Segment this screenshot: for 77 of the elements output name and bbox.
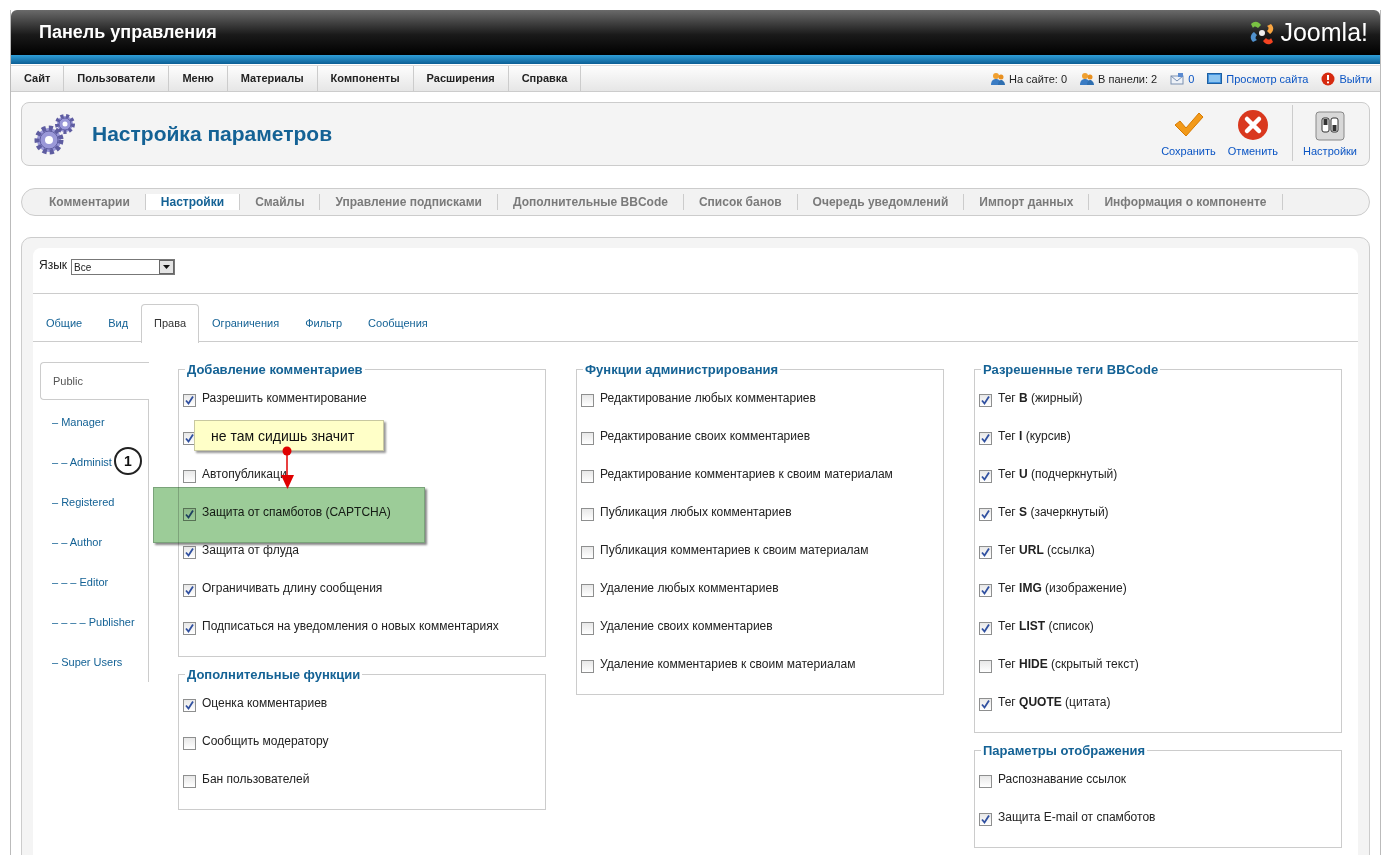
checkbox-label: Тег U (подчеркнутый) — [998, 467, 1118, 481]
options-button[interactable]: Настройки — [1292, 105, 1363, 161]
menu-item[interactable]: Пользователи — [64, 66, 170, 91]
checkbox-label: Удаление любых комментариев — [600, 581, 779, 595]
checkbox-label: Оценка комментариев — [202, 696, 328, 710]
status-link[interactable]: Просмотр сайта — [1226, 72, 1309, 85]
checkbox-label: Автопубликаци — [202, 467, 287, 481]
fieldset-legend: Дополнительные функции — [185, 667, 363, 682]
checkbox-label: Редактирование любых комментариев — [600, 391, 816, 405]
fieldset-legend: Параметры отображения — [981, 743, 1148, 758]
callout-note: не там сидишь значит — [194, 420, 384, 451]
fieldset-legend: Разрешенные теги BBCode — [981, 362, 1161, 377]
group-item[interactable]: – – Author — [40, 522, 103, 562]
checkbox-label: Защита E-mail от спамботов — [998, 810, 1156, 824]
submenu-item[interactable]: Дополнительные BBCode — [497, 194, 684, 210]
group-item[interactable]: Public — [40, 362, 149, 400]
menu-item[interactable]: Сайт — [11, 66, 65, 91]
menu-item[interactable]: Справка — [508, 66, 582, 91]
checkbox-label: Тег HIDE (скрытый текст) — [998, 657, 1139, 671]
checkbox-label: Тег B (жирный) — [998, 391, 1083, 405]
checkbox-label: Бан пользователей — [202, 772, 310, 786]
cancel-button[interactable]: Отменить — [1221, 99, 1285, 165]
group-item[interactable]: – – – – Publisher — [40, 602, 135, 642]
submenu-item[interactable]: Список банов — [683, 194, 798, 210]
submenu-item[interactable]: Управление подписками — [320, 194, 498, 210]
checkbox-label: Разрешить комментирование — [202, 391, 367, 405]
checkbox-label: Публикация комментариев к своим материалам — [600, 543, 869, 557]
tab[interactable]: Общие — [33, 304, 96, 341]
checkbox-label: Редактирование своих комментариев — [600, 429, 811, 443]
checkbox-label: Сообщить модератору — [202, 734, 329, 748]
group-item[interactable]: – – – Editor — [40, 562, 109, 602]
checkbox-label: Тег S (зачеркнутый) — [998, 505, 1109, 519]
checkbox-label: Удаление комментариев к своим материалам — [600, 657, 856, 671]
save-button[interactable]: Сохранить — [1155, 99, 1222, 165]
logo-text: Joomla! — [1280, 18, 1368, 47]
group-item[interactable]: – Manager — [40, 402, 105, 442]
checkbox-label: Публикация любых комментариев — [600, 505, 792, 519]
fieldset-legend: Функции администрирования — [583, 362, 781, 377]
checkbox-label: Удаление своих комментариев — [600, 619, 773, 633]
group-item[interactable]: – – Administ — [40, 442, 112, 482]
submenu-item[interactable]: Комментарии — [34, 194, 146, 210]
language-dropdown[interactable]: Все — [71, 259, 176, 275]
checkbox-label: Тег LIST (список) — [998, 619, 1094, 633]
tab[interactable]: Ограничения — [199, 304, 293, 341]
fieldset-legend: Добавление комментариев — [185, 362, 365, 377]
checkbox-label: Редактирование комментариев к своим материалам — [600, 467, 893, 481]
group-item[interactable]: – Super Users — [40, 642, 123, 682]
status-link[interactable]: 0 — [1188, 72, 1195, 85]
checkbox-label: Тег IMG (изображение) — [998, 581, 1127, 595]
group-item[interactable]: – Registered — [40, 482, 115, 522]
checkbox-label: Тег URL (ссылка) — [998, 543, 1095, 557]
checkbox-label: Защита от флуда — [202, 543, 299, 557]
checkbox-label: Тег QUOTE (цитата) — [998, 695, 1111, 709]
menu-item[interactable]: Меню — [169, 66, 228, 91]
submenu-item[interactable]: Импорт данных — [964, 194, 1090, 210]
checkbox-label: Распознавание ссылок — [998, 772, 1127, 786]
tab[interactable]: Права — [141, 304, 200, 343]
status-text: На сайте: 0 — [1008, 72, 1068, 85]
language-label: Язык — [39, 258, 68, 272]
submenu-item[interactable]: Настройки — [145, 194, 241, 210]
menu-item[interactable]: Материалы — [227, 66, 318, 91]
submenu-item[interactable]: Очередь уведомлений — [797, 194, 965, 210]
status-text: В панели: 2 — [1098, 72, 1158, 85]
menu-item[interactable]: Расширения — [413, 66, 509, 91]
checkbox-label: Защита от спамботов (CAPTCHA) — [202, 505, 391, 519]
header-title: Панель управления — [39, 22, 217, 43]
menu-item[interactable]: Компоненты — [317, 66, 414, 91]
tab[interactable]: Сообщения — [355, 304, 441, 341]
tab[interactable]: Вид — [95, 304, 142, 341]
page-title: Настройка параметров — [92, 122, 333, 146]
submenu-item[interactable]: Смайлы — [240, 194, 321, 210]
checkbox-label: Ограничивать длину сообщения — [202, 581, 383, 595]
submenu-item[interactable]: Информация о компоненте — [1089, 194, 1283, 210]
checkbox-label: Подписаться на уведомления о новых комментариях — [202, 619, 499, 633]
status-link[interactable]: Выйти — [1339, 72, 1372, 85]
tab[interactable]: Фильтр — [292, 304, 356, 341]
checkbox-label: Тег I (курсив) — [998, 429, 1071, 443]
